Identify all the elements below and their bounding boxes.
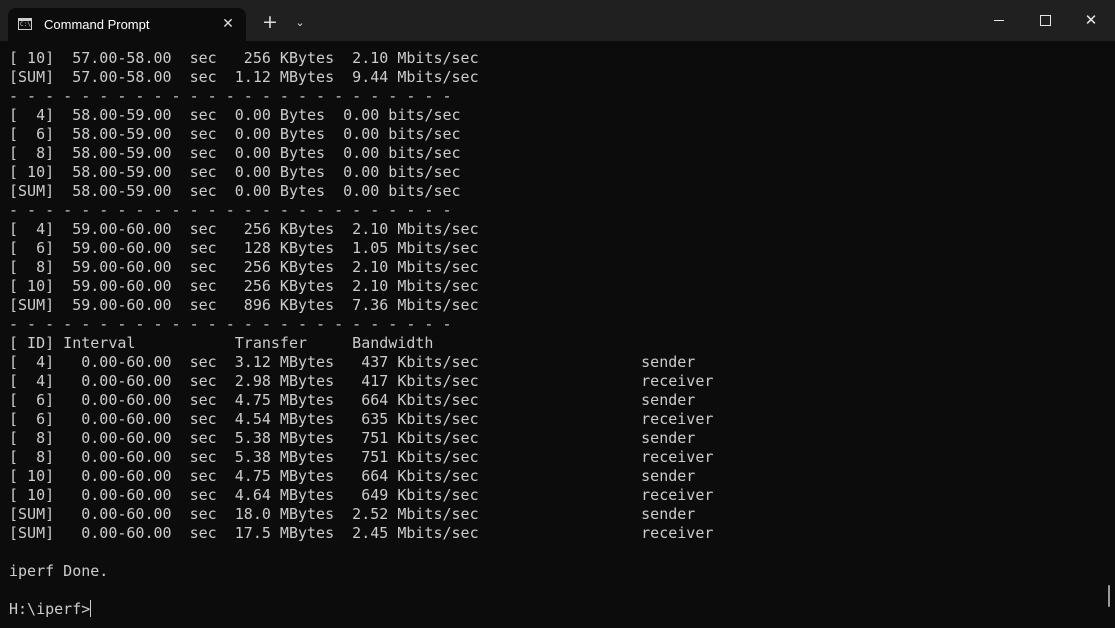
close-window-button[interactable]: ✕ (1068, 0, 1114, 41)
terminal-line: - - - - - - - - - - - - - - - - - - - - … (9, 87, 452, 105)
terminal-line: [ 6] 58.00-59.00 sec 0.00 Bytes 0.00 bit… (9, 125, 461, 143)
terminal-output[interactable]: [ 10] 57.00-58.00 sec 256 KBytes 2.10 Mb… (9, 49, 1099, 628)
terminal-line: [SUM] 59.00-60.00 sec 896 KBytes 7.36 Mb… (9, 296, 479, 314)
scrollbar-thumb[interactable] (1108, 585, 1110, 607)
terminal-line: [ 10] 57.00-58.00 sec 256 KBytes 2.10 Mb… (9, 49, 479, 67)
terminal-line: [ 8] 59.00-60.00 sec 256 KBytes 2.10 Mbi… (9, 258, 479, 276)
maximize-button[interactable] (1022, 0, 1068, 41)
terminal-line: [ 8] 0.00-60.00 sec 5.38 MBytes 751 Kbit… (9, 429, 696, 447)
terminal-line: [SUM] 57.00-58.00 sec 1.12 MBytes 9.44 M… (9, 68, 479, 86)
tab-title: Command Prompt (44, 17, 150, 32)
terminal-line: - - - - - - - - - - - - - - - - - - - - … (9, 201, 452, 219)
terminal-line: [ 8] 58.00-59.00 sec 0.00 Bytes 0.00 bit… (9, 144, 461, 162)
terminal-line: [ 4] 0.00-60.00 sec 3.12 MBytes 437 Kbit… (9, 353, 696, 371)
new-tab-button[interactable]: + (259, 11, 281, 33)
terminal-line: [ 4] 59.00-60.00 sec 256 KBytes 2.10 Mbi… (9, 220, 479, 238)
tab-dropdown-button[interactable]: ⌄ (290, 13, 310, 33)
terminal-line: [ 10] 59.00-60.00 sec 256 KBytes 2.10 Mb… (9, 277, 479, 295)
minimize-icon (994, 20, 1004, 21)
terminal-window: C:\ Command Prompt ✕ + ⌄ ✕ [ 10] 57.00-5… (0, 0, 1115, 628)
terminal-line: [SUM] 58.00-59.00 sec 0.00 Bytes 0.00 bi… (9, 182, 461, 200)
terminal-line: [ ID] Interval Transfer Bandwidth (9, 334, 434, 352)
terminal-line: [ 6] 0.00-60.00 sec 4.54 MBytes 635 Kbit… (9, 410, 714, 428)
command-prompt-line[interactable]: H:\iperf> (9, 600, 1099, 619)
cmd-icon: C:\ (18, 18, 32, 30)
terminal-line: [ 4] 0.00-60.00 sec 2.98 MBytes 417 Kbit… (9, 372, 714, 390)
prompt-text: H:\iperf> (9, 600, 91, 618)
terminal-line: [ 4] 58.00-59.00 sec 0.00 Bytes 0.00 bit… (9, 106, 461, 124)
minimize-button[interactable] (976, 0, 1022, 41)
tab-close-icon[interactable]: ✕ (218, 14, 238, 34)
terminal-line: [SUM] 0.00-60.00 sec 18.0 MBytes 2.52 Mb… (9, 505, 696, 523)
terminal-line: [ 8] 0.00-60.00 sec 5.38 MBytes 751 Kbit… (9, 448, 714, 466)
terminal-line: [ 10] 0.00-60.00 sec 4.64 MBytes 649 Kbi… (9, 486, 714, 504)
text-cursor (90, 600, 92, 617)
terminal-line: [ 10] 0.00-60.00 sec 4.75 MBytes 664 Kbi… (9, 467, 696, 485)
terminal-line: [SUM] 0.00-60.00 sec 17.5 MBytes 2.45 Mb… (9, 524, 714, 542)
title-bar: C:\ Command Prompt ✕ + ⌄ ✕ (0, 0, 1115, 41)
terminal-line: [ 6] 0.00-60.00 sec 4.75 MBytes 664 Kbit… (9, 391, 696, 409)
terminal-line: - - - - - - - - - - - - - - - - - - - - … (9, 315, 452, 333)
terminal-line: [ 10] 58.00-59.00 sec 0.00 Bytes 0.00 bi… (9, 163, 461, 181)
tab-command-prompt[interactable]: C:\ Command Prompt ✕ (8, 8, 246, 41)
maximize-icon (1039, 15, 1051, 26)
terminal-line: iperf Done. (9, 562, 109, 580)
terminal-line: [ 6] 59.00-60.00 sec 128 KBytes 1.05 Mbi… (9, 239, 479, 257)
